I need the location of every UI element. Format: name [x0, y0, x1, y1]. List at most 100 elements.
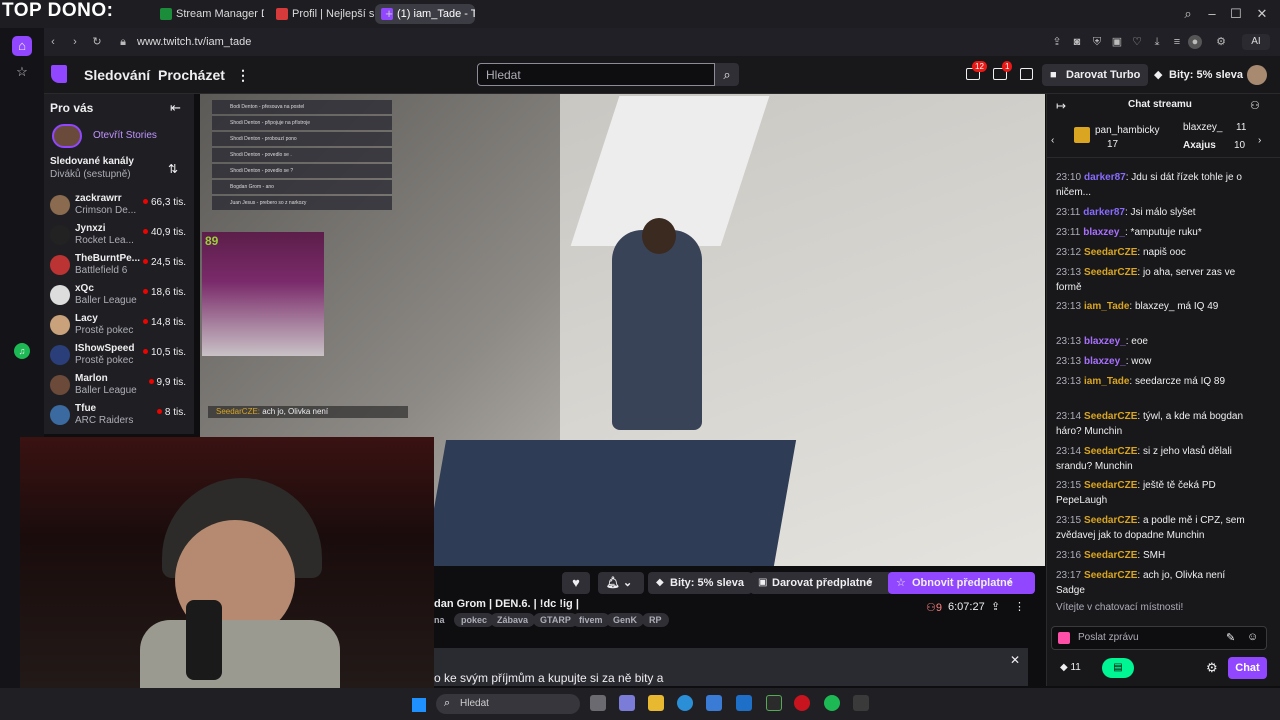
- store-icon[interactable]: [706, 695, 722, 711]
- stream-tag[interactable]: GenK: [606, 613, 645, 627]
- twitch-logo-icon[interactable]: [51, 65, 67, 83]
- chat-username[interactable]: SeedarCZE: [1084, 267, 1137, 278]
- chat-timestamp: 23:13: [1056, 376, 1082, 387]
- menu-icon[interactable]: ≡: [1170, 35, 1184, 49]
- chevron-right-icon[interactable]: ›: [1258, 135, 1261, 146]
- sidebar-channel[interactable]: Lacy Prostě pokec 14,8 tis.: [50, 313, 194, 343]
- back-icon[interactable]: ‹: [46, 35, 60, 49]
- sidebar-channel[interactable]: Marlon Baller League 9,9 tis.: [50, 373, 194, 403]
- share-icon[interactable]: ⇪: [991, 600, 1000, 613]
- heart-icon[interactable]: ♡: [1130, 35, 1144, 49]
- file-explorer-icon[interactable]: [648, 695, 664, 711]
- bits-button[interactable]: Bity: 5% sleva: [1147, 64, 1251, 86]
- camera-icon[interactable]: ◙: [1070, 35, 1084, 49]
- nav-browse[interactable]: Procházet: [158, 67, 225, 83]
- chat-username[interactable]: blaxzey_: [1084, 356, 1126, 367]
- share-icon[interactable]: ⇪: [1050, 35, 1064, 49]
- profile-icon[interactable]: ●: [1188, 35, 1202, 49]
- stories-avatar[interactable]: [52, 124, 82, 148]
- collapse-sidebar-icon[interactable]: ⇤: [170, 100, 181, 116]
- spotify-icon[interactable]: ♫: [14, 343, 30, 359]
- stream-tag[interactable]: fivem: [572, 613, 610, 627]
- chevron-down-icon[interactable]: ⌄: [1005, 575, 1013, 586]
- obs-icon[interactable]: [853, 695, 869, 711]
- new-tab-button[interactable]: +: [381, 6, 397, 22]
- forward-icon[interactable]: ›: [68, 35, 82, 49]
- chat-username[interactable]: iam_Tade: [1084, 376, 1129, 387]
- search-tabs-icon[interactable]: ⌕: [1180, 6, 1196, 22]
- chat-username[interactable]: SeedarCZE: [1084, 247, 1137, 258]
- gift-turbo-button[interactable]: Darovat Turbo: [1042, 64, 1149, 86]
- points-balance[interactable]: ◆ 11: [1060, 662, 1081, 673]
- ai-button[interactable]: AI: [1242, 34, 1270, 50]
- chat-username[interactable]: blaxzey_: [1084, 336, 1126, 347]
- stream-tag[interactable]: Zábava: [490, 613, 536, 627]
- sidebar-channel[interactable]: IShowSpeed Prostě pokec 10,5 tis.: [50, 343, 194, 373]
- avatar[interactable]: [1247, 65, 1267, 85]
- chat-username[interactable]: darker87: [1084, 172, 1126, 183]
- chat-send-button[interactable]: Chat: [1228, 657, 1267, 679]
- sidebar-channel[interactable]: TheBurntPe... Battlefield 6 24,5 tis.: [50, 253, 194, 283]
- chat-username[interactable]: darker87: [1083, 207, 1125, 218]
- task-view-icon[interactable]: [590, 695, 606, 711]
- chat-username[interactable]: SeedarCZE: [1084, 446, 1137, 457]
- chat-username[interactable]: SeedarCZE: [1084, 411, 1137, 422]
- spotify-icon[interactable]: [824, 695, 840, 711]
- sort-icon[interactable]: ⇅: [168, 162, 178, 176]
- edge-icon[interactable]: [677, 695, 693, 711]
- browser-tab[interactable]: Stream Manager Dashboard: [154, 4, 264, 24]
- maximize-icon[interactable]: ☐: [1228, 6, 1244, 22]
- sidebar-channel[interactable]: Jynxzi Rocket Lea... 40,9 tis.: [50, 223, 194, 253]
- chat-username[interactable]: iam_Tade: [1084, 301, 1129, 312]
- cheer-icon[interactable]: ✎: [1226, 631, 1235, 644]
- stream-tag[interactable]: pokec: [454, 613, 495, 627]
- channel-points-icon[interactable]: [1058, 632, 1070, 644]
- streamlabs-icon[interactable]: [766, 695, 782, 711]
- nav-more-icon[interactable]: ⋮: [236, 67, 250, 84]
- bookmark-icon[interactable]: ☆: [12, 62, 32, 82]
- shield-icon[interactable]: ⛨: [1090, 35, 1104, 49]
- chat-username[interactable]: SeedarCZE: [1084, 550, 1137, 561]
- copilot-icon[interactable]: [619, 695, 635, 711]
- chat-username[interactable]: SeedarCZE: [1084, 515, 1137, 526]
- url-field[interactable]: www.twitch.tv/iam_tade: [137, 36, 251, 48]
- emote-icon[interactable]: ☺: [1247, 631, 1258, 643]
- chat-username[interactable]: blaxzey_: [1083, 227, 1125, 238]
- activity-icon[interactable]: [1020, 68, 1033, 80]
- chat-username[interactable]: SeedarCZE: [1084, 480, 1137, 491]
- home-icon[interactable]: ⌂: [12, 36, 32, 56]
- tab-favicon-icon: [276, 8, 288, 20]
- sidebar-channel[interactable]: Tfue ARC Raiders 8 tis.: [50, 403, 194, 433]
- reload-icon[interactable]: ↻: [90, 35, 104, 49]
- stream-tag[interactable]: na: [434, 613, 445, 627]
- search-icon[interactable]: ⌕: [715, 63, 739, 86]
- chevron-down-icon[interactable]: ⌄: [866, 575, 874, 586]
- chat-timestamp: 23:15: [1056, 515, 1082, 526]
- taskbar-search[interactable]: Hledat: [436, 694, 580, 714]
- sidebar-channel[interactable]: xQc Baller League 18,6 tis.: [50, 283, 194, 313]
- chevron-left-icon[interactable]: ‹: [1051, 135, 1054, 146]
- minimize-icon[interactable]: –: [1204, 6, 1220, 22]
- close-icon[interactable]: ✕: [1254, 6, 1270, 22]
- more-options-icon[interactable]: ⋮: [1014, 600, 1025, 613]
- notifications-bell-icon[interactable]: 🔔︎ ⌄: [598, 572, 644, 594]
- outlook-icon[interactable]: [736, 695, 752, 711]
- stories-link[interactable]: Otevřít Stories: [93, 130, 157, 141]
- download-icon[interactable]: ⤓: [1150, 35, 1164, 49]
- stream-tag[interactable]: RP: [642, 613, 669, 627]
- extension-icon[interactable]: ▣: [1110, 35, 1124, 49]
- close-banner-icon[interactable]: ✕: [1010, 653, 1020, 667]
- bonus-icon[interactable]: ▤: [1102, 658, 1134, 678]
- collapse-chat-icon[interactable]: ↦: [1056, 99, 1066, 113]
- sidebar-channel[interactable]: zackrawrr Crimson De... 66,3 tis.: [50, 193, 194, 223]
- settings-icon[interactable]: ⚙: [1214, 35, 1228, 49]
- nav-following[interactable]: Sledování: [84, 67, 150, 83]
- search-input[interactable]: Hledat: [477, 63, 715, 86]
- browser-tab[interactable]: Profil | Nejlepší software p: [270, 4, 374, 24]
- follow-heart-icon[interactable]: ♥: [562, 572, 590, 594]
- windows-start-icon[interactable]: [412, 698, 426, 712]
- chat-username[interactable]: SeedarCZE: [1084, 570, 1137, 581]
- chat-settings-icon[interactable]: ⚙: [1206, 660, 1218, 676]
- users-icon[interactable]: ⚇: [1250, 99, 1260, 112]
- opera-icon[interactable]: [794, 695, 810, 711]
